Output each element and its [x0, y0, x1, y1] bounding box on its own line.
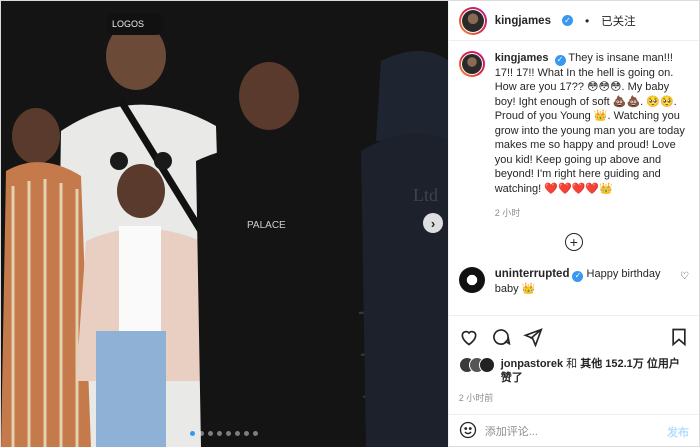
emoji-icon[interactable] — [459, 421, 477, 442]
follow-status-button[interactable]: 已关注 — [601, 13, 636, 29]
carousel-dot — [244, 431, 250, 436]
avatar-image — [461, 54, 482, 74]
comment-item: uninterrupted ✓ Happy birthday baby 👑 ♡ — [458, 267, 689, 296]
caption-username[interactable]: kingjames — [495, 52, 549, 64]
post-actions — [448, 315, 699, 357]
verified-badge-icon: ✓ — [561, 15, 573, 26]
load-more-comments: + — [459, 233, 689, 252]
carousel-dot — [253, 431, 259, 436]
header-separator: • — [584, 13, 590, 28]
carousel-dot — [190, 431, 196, 436]
author-username[interactable]: kingjames — [495, 15, 551, 27]
commenter-avatar[interactable] — [458, 267, 485, 294]
carousel-dots — [1, 431, 448, 436]
chevron-right-icon: › — [430, 215, 436, 231]
carousel-next-button[interactable]: › — [423, 213, 443, 233]
plus-circle-icon[interactable]: + — [564, 233, 583, 252]
caption-text: They is insane man!!! 17!! 17!! What In … — [494, 52, 685, 195]
liker-username[interactable]: jonpastorek — [501, 358, 563, 370]
carousel-dot — [235, 431, 241, 436]
likes-text: jonpastorek 和 其他 152.1万 位用户 赞了 — [501, 357, 680, 385]
likes-connector: 和 — [563, 358, 581, 370]
comment-input[interactable] — [484, 425, 659, 438]
post-caption: kingjames ✓ They is insane man!!! 17!! 17… — [458, 51, 689, 219]
commenter-username[interactable]: uninterrupted — [495, 268, 570, 280]
family-photo: PALACE Ltd LOGOS — [1, 1, 448, 447]
share-icon[interactable] — [522, 327, 543, 347]
heart-icon[interactable] — [459, 327, 479, 347]
verified-badge-icon: ✓ — [572, 271, 584, 282]
caption-body: kingjames ✓ They is insane man!!! 17!! 17… — [495, 51, 689, 196]
comment-body: uninterrupted ✓ Happy birthday baby 👑 — [495, 267, 689, 296]
avatar-image — [461, 9, 484, 32]
likes-suffix: 赞了 — [500, 372, 523, 384]
carousel-dot — [199, 431, 205, 436]
post-comment-button[interactable]: 发布 — [667, 424, 689, 440]
add-comment-bar: 发布 — [448, 414, 699, 447]
carousel-dot — [208, 431, 214, 436]
post-timestamp: 2 小时前 — [458, 393, 494, 403]
post-photo[interactable]: PALACE Ltd LOGOS › — [1, 1, 448, 447]
carousel-dot — [226, 431, 232, 436]
author-avatar[interactable] — [458, 6, 487, 35]
post-header: kingjames ✓ • 已关注 — [448, 1, 699, 41]
comments-section: kingjames ✓ They is insane man!!! 17!! 17… — [449, 41, 699, 315]
caption-time: 2 小时 — [494, 208, 521, 219]
like-comment-heart-icon[interactable]: ♡ — [680, 271, 689, 282]
carousel-dot — [217, 431, 223, 436]
liker-avatars — [458, 357, 495, 373]
likes-summary: jonpastorek 和 其他 152.1万 位用户 赞了 — [449, 357, 699, 385]
post-container: PALACE Ltd LOGOS › kingjames ✓ • 已关注 kin… — [0, 0, 700, 447]
bookmark-icon[interactable] — [669, 327, 689, 347]
hat-text: LOGOS — [112, 19, 144, 29]
caption-author-avatar[interactable] — [458, 51, 485, 77]
likes-others-link[interactable]: 其他 152.1万 位用户 — [580, 358, 680, 370]
hoodie-print-text: Ltd — [413, 185, 438, 205]
verified-badge-icon: ✓ — [554, 54, 566, 66]
comment-icon[interactable] — [491, 327, 511, 347]
shirt-print-text: PALACE — [247, 220, 286, 231]
post-side-panel: kingjames ✓ • 已关注 kingjames ✓ They is ins… — [447, 1, 699, 447]
